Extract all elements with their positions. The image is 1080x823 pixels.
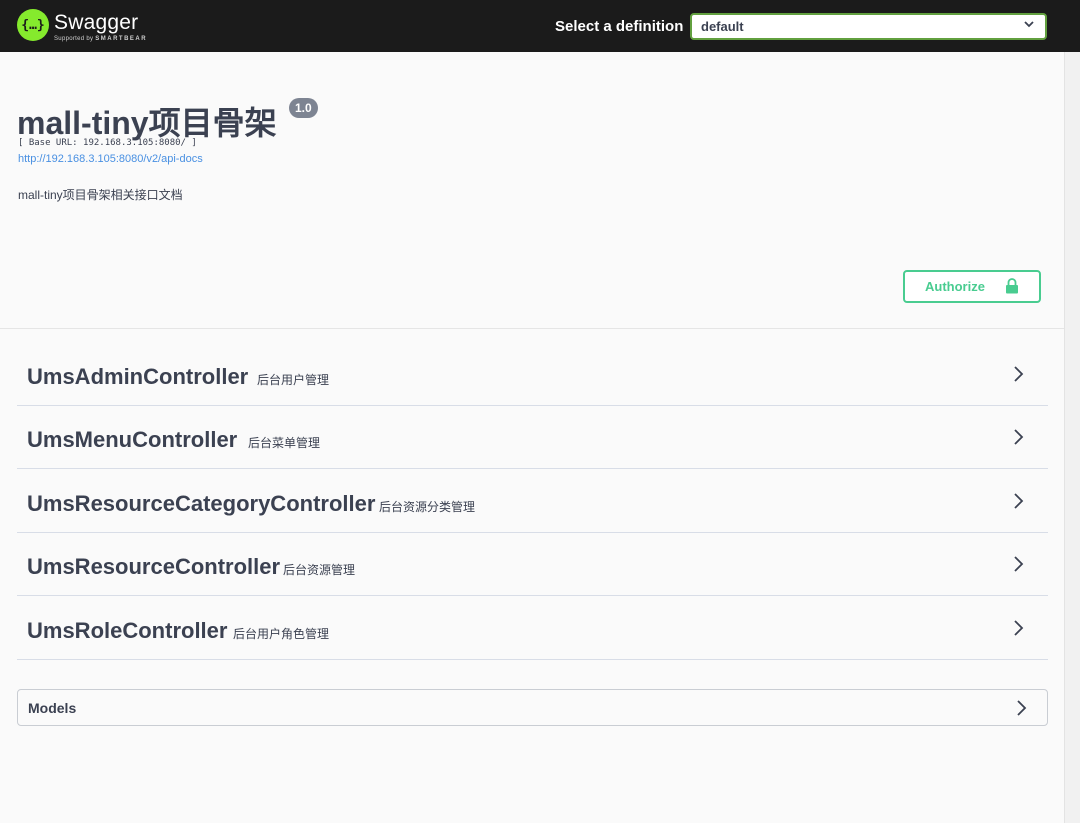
models-label: Models <box>28 700 77 716</box>
top-bar: {…} Swagger Supported by SMARTBEAR Selec… <box>0 0 1080 52</box>
tag-description: 后台资源分类管理 <box>379 500 476 514</box>
tag-description: 后台菜单管理 <box>248 436 321 450</box>
tag-name: UmsAdminController <box>27 364 249 389</box>
tag-name: UmsResourceController <box>27 554 281 579</box>
tag-name: UmsResourceCategoryController <box>27 491 376 516</box>
tag-section-ums-resource-category[interactable]: UmsResourceCategoryController 后台资源分类管理 <box>17 469 1048 533</box>
tag-name: UmsRoleController <box>27 618 228 643</box>
api-docs-link[interactable]: http://192.168.3.105:8080/v2/api-docs <box>18 153 203 165</box>
authorize-button[interactable]: Authorize <box>903 270 1041 303</box>
tag-section-ums-admin[interactable]: UmsAdminController 后台用户管理 <box>17 342 1048 406</box>
authorize-label: Authorize <box>925 279 985 294</box>
tag-description: 后台用户管理 <box>257 373 330 387</box>
chevron-right-icon <box>1012 364 1026 384</box>
page-scrollbar[interactable] <box>1064 52 1080 823</box>
tag-name: UmsMenuController <box>27 427 238 452</box>
brand-name[interactable]: Swagger <box>54 11 138 35</box>
tag-section-ums-role[interactable]: UmsRoleController 后台用户角色管理 <box>17 596 1048 660</box>
swagger-logo-icon[interactable]: {…} <box>17 9 49 41</box>
models-section[interactable]: Models <box>17 689 1048 726</box>
chevron-down-icon <box>1024 17 1034 34</box>
brand-subtitle: Supported by SMARTBEAR <box>54 36 147 42</box>
chevron-right-icon <box>1012 618 1026 638</box>
tag-section-ums-resource[interactable]: UmsResourceController 后台资源管理 <box>17 532 1048 596</box>
chevron-right-icon <box>1012 554 1026 574</box>
chevron-right-icon <box>1012 427 1026 447</box>
select-definition-label: Select a definition <box>555 18 684 35</box>
api-description: mall-tiny项目骨架相关接口文档 <box>18 188 183 202</box>
definition-select[interactable]: default <box>690 13 1047 40</box>
base-url: [ Base URL: 192.168.3.105:8080/ ] <box>18 138 197 148</box>
brand-sub-name: SMARTBEAR <box>95 36 148 42</box>
brand-sub-prefix: Supported by <box>54 36 94 42</box>
chevron-right-icon <box>1012 491 1026 511</box>
version-badge: 1.0 <box>289 98 318 118</box>
definition-select-value: default <box>701 19 744 34</box>
tag-description: 后台用户角色管理 <box>233 627 330 641</box>
tag-description: 后台资源管理 <box>283 563 356 577</box>
lock-icon <box>1005 278 1019 294</box>
chevron-right-icon <box>1015 698 1029 718</box>
tag-section-ums-menu[interactable]: UmsMenuController 后台菜单管理 <box>17 405 1048 469</box>
